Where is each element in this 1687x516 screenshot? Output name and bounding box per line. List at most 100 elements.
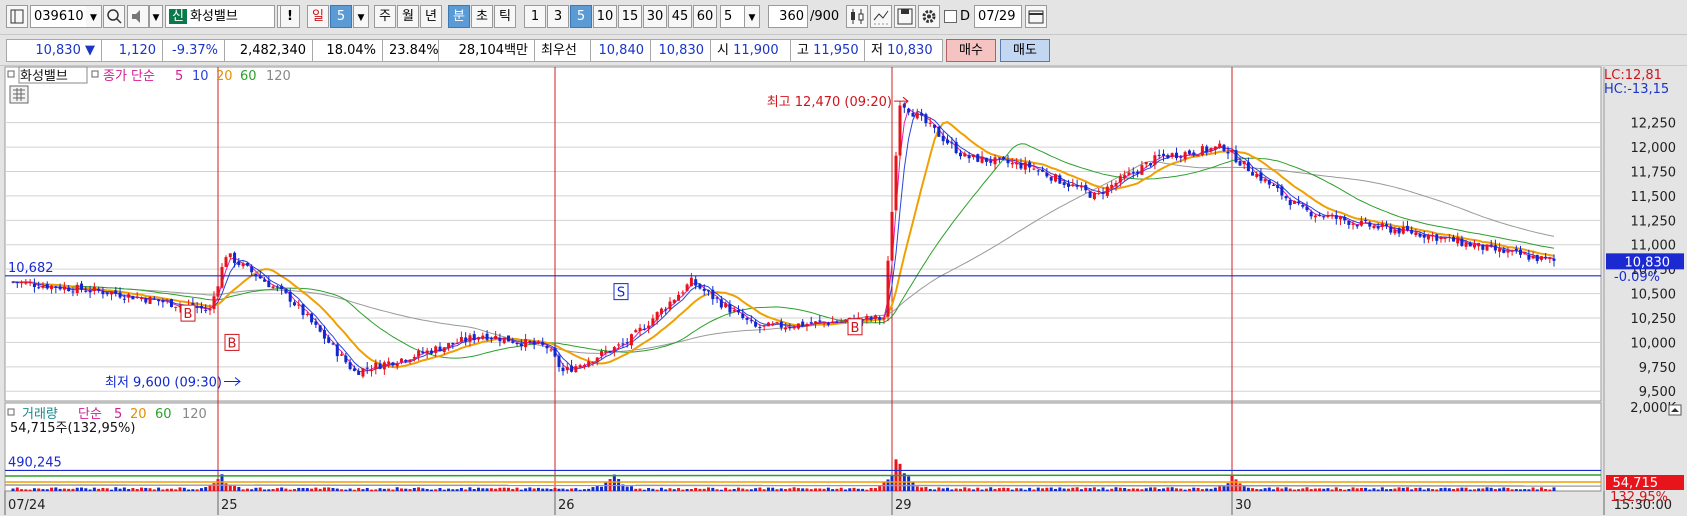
candle-body (1006, 160, 1010, 164)
candle-body (886, 260, 890, 317)
volume-bar (557, 488, 561, 491)
volume-bar (766, 487, 770, 491)
period-day[interactable]: 일 (307, 5, 329, 28)
vol-legend-ma120: 120 (182, 407, 207, 422)
code-dropdown-icon[interactable]: ▼ (86, 5, 102, 28)
min-15[interactable]: 15 (618, 5, 642, 28)
ratio-2: 23.84% (383, 39, 439, 62)
volume-bar (954, 488, 958, 491)
volume-bar (1041, 488, 1045, 491)
legend-ma5: 5 (175, 69, 183, 84)
candle-body (506, 335, 510, 342)
period-month[interactable]: 월 (397, 5, 419, 28)
min-1[interactable]: 1 (524, 5, 546, 28)
volume-bar (250, 489, 254, 491)
candle-body (1157, 154, 1161, 156)
candle-body (1023, 162, 1027, 170)
volume-bar (1183, 489, 1187, 491)
stock-name-field[interactable]: 신 화성밸브 (165, 5, 275, 28)
volume-bar (152, 489, 156, 491)
candle-body (1322, 216, 1326, 218)
candle-body (301, 304, 305, 316)
count-input[interactable]: 360 (768, 5, 808, 28)
volume-bar (801, 488, 805, 491)
volume-bar (131, 488, 135, 491)
candle-body (1079, 186, 1083, 188)
volume-bar (1280, 488, 1284, 491)
min-5[interactable]: 5 (570, 5, 592, 28)
date-input[interactable]: 07/29 (974, 5, 1022, 28)
volume-bar (967, 488, 971, 491)
min-60[interactable]: 60 (693, 5, 717, 28)
volume-bar (984, 488, 988, 491)
min-10[interactable]: 10 (593, 5, 617, 28)
layout-icon[interactable] (6, 5, 28, 28)
candle-body (1054, 174, 1058, 182)
volume-bar (41, 489, 45, 491)
volume-bar (1110, 488, 1114, 491)
candle-body (702, 288, 706, 291)
volume-bar (37, 488, 41, 491)
signal-mark-label: S (617, 286, 625, 301)
candle-body (110, 291, 113, 295)
gear-icon[interactable] (918, 5, 940, 28)
d-checkbox[interactable] (944, 10, 957, 23)
volume-bar (1343, 489, 1347, 491)
min-45[interactable]: 45 (668, 5, 692, 28)
volume-bar (1023, 489, 1027, 491)
volume-bar (301, 488, 305, 491)
calendar-icon[interactable] (1025, 5, 1047, 28)
volume-bar (578, 489, 582, 491)
speaker-icon[interactable] (127, 5, 149, 28)
candle-body (1514, 248, 1518, 251)
volume-bar (382, 488, 386, 491)
day-n-dropdown-icon[interactable]: ▼ (353, 5, 369, 28)
volume-bar (391, 489, 395, 491)
period-week[interactable]: 주 (374, 5, 396, 28)
candle-body (122, 298, 126, 300)
candle-type-icon[interactable] (846, 5, 868, 28)
volume-bar (898, 463, 902, 491)
candle-body (681, 292, 685, 294)
period-second[interactable]: 초 (471, 5, 493, 28)
candle-body (1393, 229, 1397, 234)
interval-dropdown-icon[interactable]: ▼ (744, 5, 760, 28)
y-tick-label: 10,000 (1631, 336, 1677, 351)
volume-bar (187, 489, 191, 491)
volume-bar (335, 488, 339, 491)
sell-button[interactable]: 매도 (1000, 39, 1050, 62)
save-icon[interactable] (894, 5, 916, 28)
candle-body (169, 299, 173, 308)
min-30[interactable]: 30 (643, 5, 667, 28)
volume-bar (331, 487, 335, 491)
info-button[interactable]: ! (280, 5, 300, 28)
volume-bar (1523, 489, 1527, 491)
period-day-n[interactable]: 5 (330, 5, 352, 28)
volume-bar (694, 487, 698, 491)
volume-bar (882, 482, 886, 491)
volume-bar (489, 488, 493, 491)
hc-label: HC:-13,15 (1604, 82, 1669, 97)
volume-bar (565, 489, 569, 491)
period-tick[interactable]: 틱 (494, 5, 516, 28)
candle-body (250, 266, 254, 273)
candle-body (1062, 182, 1066, 185)
price-chart[interactable]: 12,25012,00011,75011,50011,25011,00010,7… (0, 66, 1687, 516)
period-minute[interactable]: 분 (448, 5, 470, 28)
candle-body (318, 325, 322, 332)
search-icon[interactable] (103, 5, 125, 28)
y-tick-label: 9,500 (1639, 385, 1676, 400)
volume-bar (553, 487, 557, 491)
period-year[interactable]: 년 (420, 5, 442, 28)
volume-bar (1426, 488, 1430, 491)
bid-price: 10,830 (651, 39, 711, 62)
buy-button[interactable]: 매수 (946, 39, 996, 62)
crosshair-icon[interactable] (870, 5, 892, 28)
volume-bar (438, 487, 442, 491)
min-3[interactable]: 3 (547, 5, 569, 28)
candle-body (1045, 172, 1049, 177)
volume-bar (1322, 488, 1326, 491)
candle-body (971, 154, 975, 158)
speaker-dropdown-icon[interactable]: ▼ (149, 5, 163, 28)
candle-body (1385, 224, 1389, 227)
